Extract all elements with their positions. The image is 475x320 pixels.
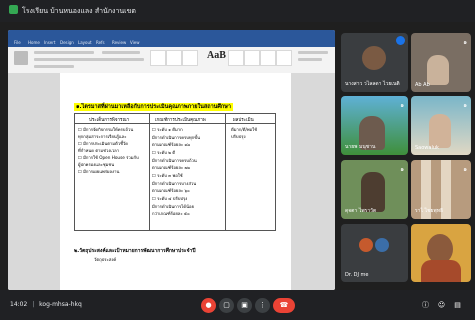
style-gallery-item[interactable]: [182, 50, 198, 66]
table-cell-line: ☐ ระดับ ๓ พอใช้: [152, 173, 183, 178]
highlighted-heading: ๑.ไตรมาสที่ผ่านมาเหลือกับการประเมินคุณภา…: [74, 103, 233, 111]
table-cell-line: มีการดำเนินการได้น้อย: [152, 204, 194, 209]
menu-item[interactable]: View: [130, 40, 140, 45]
more-options-icon[interactable]: ⋮: [255, 298, 270, 313]
table-cell-line: มีการดำเนินการครบถ้วน: [152, 158, 197, 163]
mic-muted-icon: ๑: [400, 102, 404, 109]
table-cell-line: ทุกกลุ่มสาระการเรียนรู้และ: [78, 134, 127, 139]
mic-muted-icon: ๑: [463, 166, 467, 173]
section-subheading: วัตถุประสงค์: [94, 257, 117, 262]
meeting-code: kog-mhsa-hkq: [39, 301, 82, 308]
table-cell-line: ☐ มีการใช้ Open House ร่วมกับ: [78, 155, 139, 160]
menu-item[interactable]: Refs: [96, 40, 105, 45]
menu-item[interactable]: Design: [60, 40, 74, 45]
table-cell-line: ตามเกณฑ์ร้อยละ ๘๐: [152, 142, 191, 147]
table-cell-line: ผู้ปกครองและชุมชน: [78, 162, 115, 167]
camera-icon[interactable]: ▢: [219, 298, 234, 313]
participant-tile[interactable]: Dr. DJ me: [341, 224, 408, 282]
table-header: ผลประเมิน: [233, 118, 254, 123]
paragraph-buttons[interactable]: [102, 51, 140, 54]
meet-app-icon: [9, 5, 18, 14]
participant-tile[interactable]: ๑ ดุจตา ไพราวัต: [341, 160, 408, 219]
table-cell-line: มีการดำเนินการครบทุกขั้น: [152, 135, 200, 140]
style-gallery-item[interactable]: [244, 50, 260, 66]
word-titlebar: [8, 30, 335, 39]
style-heading-sample[interactable]: AaB: [207, 50, 226, 61]
participant-name: ดุจตา ไพราวัต: [345, 208, 377, 214]
participant-name: Saowaluk: [415, 145, 439, 151]
table-cell-line: ที่กำหนด ตามช่วงเวลา: [78, 148, 120, 153]
meeting-header: โรงเรียน บ้านหนองแลง สำนักงานเขต: [0, 0, 475, 22]
chat-icon[interactable]: ▤: [450, 298, 465, 313]
participant-tile[interactable]: นางสาว วไลลดา ไวยเนติ: [341, 33, 408, 92]
mic-muted-icon: ๑: [400, 166, 404, 173]
style-gallery-item[interactable]: [150, 50, 166, 66]
editing-buttons[interactable]: [298, 51, 328, 54]
table-cell-line: กว่าเกณฑ์ร้อยละ ๕๐: [152, 211, 190, 216]
table-cell-line: ☐ ระดับ ๒ ดี: [152, 150, 176, 155]
info-icon[interactable]: ⓘ: [418, 298, 433, 313]
menu-item[interactable]: File: [14, 40, 21, 45]
participant-name: ราไ ไชยพุทธิ: [415, 208, 444, 214]
speaking-indicator-icon: [396, 36, 405, 45]
criteria-table: ประเด็นการพิจารณา เกณฑ์การประเมินคุณภาพ …: [74, 113, 276, 231]
menu-item[interactable]: Layout: [78, 40, 92, 45]
meeting-title: โรงเรียน บ้านหนองแลง สำนักงานเขต: [22, 7, 136, 15]
table-cell-line: ดีมาก/ดี/พอใช้: [231, 127, 258, 132]
table-cell-line: ☐ ระดับ ๑ ดีมาก: [152, 127, 183, 132]
participant-tile[interactable]: ๑ Ab Ab: [411, 33, 471, 92]
meeting-controls-bar: 14:02 | kog-mhsa-hkq ● ▢ ▣ ⋮ ☎ ⓘ ☺ ▤: [0, 290, 475, 320]
people-icon[interactable]: ☺: [434, 298, 449, 313]
participant-name: Dr. DJ me: [345, 272, 369, 278]
font-name-box[interactable]: [34, 51, 94, 54]
menu-item[interactable]: Review: [112, 40, 126, 45]
table-cell-line: ☐ มีการจัดกิจกรรมให้ครบถ้วน: [78, 127, 134, 132]
paste-icon[interactable]: [14, 51, 28, 65]
document-page[interactable]: ๑.ไตรมาสที่ผ่านมาเหลือกับการประเมินคุณภา…: [60, 73, 291, 290]
avatar: [375, 238, 389, 252]
table-cell-line: ☐ มีการเผยแพร่ผลงาน: [78, 169, 120, 174]
paragraph-buttons[interactable]: [102, 58, 144, 61]
mic-off-icon[interactable]: ●: [201, 298, 216, 313]
participant-tile[interactable]: ๑ Saowaluk: [411, 96, 471, 155]
participant-name: นายพ มนุชาน: [345, 144, 376, 150]
table-cell-line: ตามเกณฑ์ร้อยละ ๗๐: [152, 165, 191, 170]
table-cell-line: ☐ ระดับ ๔ ปรับปรุง: [152, 196, 188, 201]
menu-item[interactable]: Insert: [44, 40, 55, 45]
style-gallery-item[interactable]: [166, 50, 182, 66]
word-ribbon: AaB: [8, 47, 335, 74]
table-cell-line: ปรับปรุง: [231, 134, 246, 139]
word-menubar: File Home Insert Design Layout Refs Revi…: [8, 39, 335, 47]
leave-call-icon[interactable]: ☎: [273, 298, 295, 313]
mic-muted-icon: ๑: [463, 102, 467, 109]
menu-item[interactable]: Home: [28, 40, 40, 45]
table-header: ประเด็นการพิจารณา: [89, 118, 130, 123]
mic-muted-icon: ๑: [463, 39, 467, 46]
style-gallery-item[interactable]: [276, 50, 292, 66]
participant-tile[interactable]: ๑ ราไ ไชยพุทธิ: [411, 160, 471, 219]
table-cell-line: มีการดำเนินการบางส่วน: [152, 181, 197, 186]
section-heading: ๒.วัตถุประสงค์และเป้าหมายการพัฒนาการศึกษ…: [74, 248, 196, 254]
present-screen-icon[interactable]: ▣: [237, 298, 252, 313]
format-buttons[interactable]: [34, 65, 74, 68]
participant-name: Ab Ab: [415, 82, 430, 88]
participant-tile[interactable]: ๑ นายพ มนุชาน: [341, 96, 408, 155]
avatar: [362, 46, 386, 70]
table-cell-line: ตามเกณฑ์ร้อยละ ๖๐: [152, 188, 190, 193]
participant-tile[interactable]: [411, 224, 471, 282]
clock: 14:02: [10, 301, 28, 308]
table-cell-line: ☐ มีการประเมินตามตัวชี้วัด: [78, 141, 129, 146]
table-header: เกณฑ์การประเมินคุณภาพ: [155, 118, 206, 123]
participant-name: นางสาว วไลลดา ไวยเนติ: [345, 81, 400, 87]
avatar: [359, 238, 373, 252]
style-gallery-item[interactable]: [260, 50, 276, 66]
presentation-screen: File Home Insert Design Layout Refs Revi…: [8, 30, 335, 290]
editing-buttons[interactable]: [298, 58, 322, 61]
style-gallery-item[interactable]: [228, 50, 244, 66]
